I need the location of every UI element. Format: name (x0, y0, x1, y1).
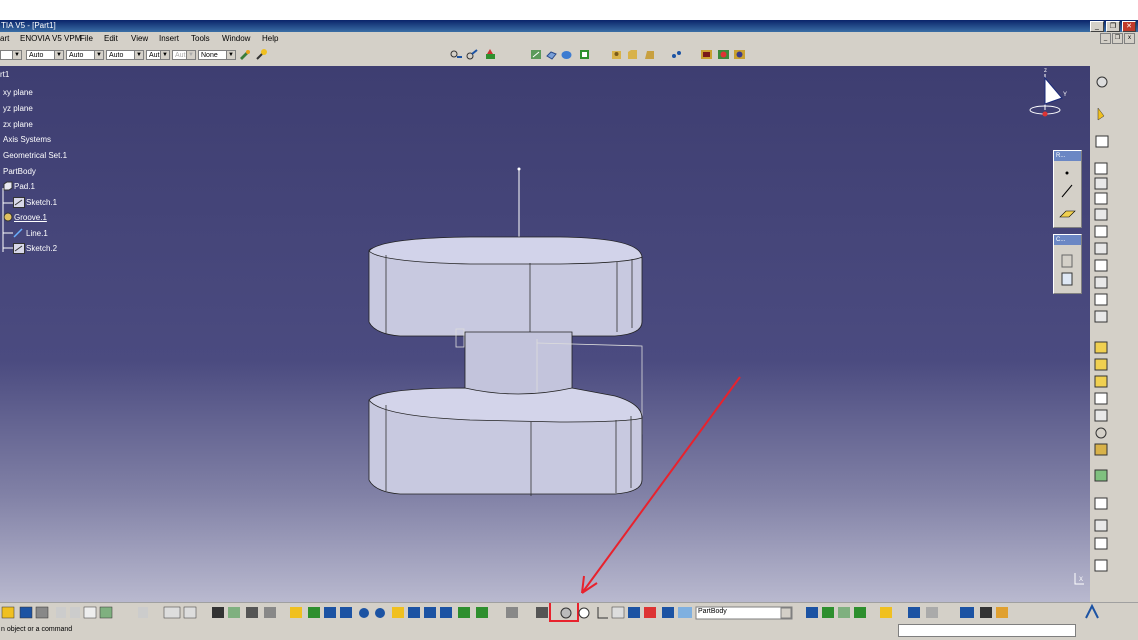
mdi-close-button[interactable]: x (1124, 33, 1135, 44)
red-annotation-arrow (581, 376, 741, 594)
bottom-toolbar: PartBody (0, 582, 1138, 623)
line-type-dropdown[interactable]: Auto ▼ (106, 50, 144, 60)
palette-title: C... (1054, 235, 1081, 245)
constraints-palette: C... (1053, 234, 1082, 294)
standard-tools[interactable] (0, 582, 1138, 623)
pattern-icon[interactable] (670, 48, 683, 61)
format-painter-icon[interactable] (238, 48, 251, 61)
power-input-field[interactable] (898, 624, 1076, 637)
point-type-dropdown[interactable]: Aut ▼ (146, 50, 170, 60)
menu-insert[interactable]: Insert (159, 34, 179, 43)
fillet-icon[interactable] (610, 48, 623, 61)
shaft-icon[interactable] (560, 48, 573, 61)
screen-top-margin (0, 0, 1138, 20)
pad-icon[interactable] (545, 48, 558, 61)
restore-button[interactable]: ❐ (1106, 21, 1120, 32)
mdi-restore-button[interactable]: ❐ (1112, 33, 1123, 44)
compass-axis-y: Y (1063, 92, 1068, 98)
measure-icon[interactable] (484, 48, 497, 61)
menu-help[interactable]: Help (262, 34, 278, 43)
color-dropdown[interactable]: ▼ (0, 50, 22, 60)
status-message: n object or a command (1, 626, 73, 633)
minimize-button[interactable]: _ (1090, 21, 1104, 32)
menu-tools[interactable]: Tools (191, 34, 210, 43)
line-thickness-dropdown[interactable]: Auto ▼ (66, 50, 104, 60)
close-button[interactable]: ✕ (1122, 21, 1136, 32)
properties-toolbar: ▼ Auto ▼ Auto ▼ Auto ▼ Aut ▼ Aut ▼ None ▼ (0, 44, 1138, 67)
transparency-dropdown[interactable]: Auto ▼ (26, 50, 64, 60)
layer-dropdown[interactable]: None ▼ (198, 50, 236, 60)
window-title: TIA V5 - [Part1] (1, 21, 56, 30)
material-icon[interactable] (700, 48, 713, 61)
workbench-tools[interactable] (1090, 66, 1138, 602)
axis-triad-x: X (1079, 577, 1084, 583)
right-toolbar (1090, 66, 1138, 602)
menu-file[interactable]: File (80, 34, 93, 43)
environment-icon[interactable] (733, 48, 746, 61)
render-style-dropdown[interactable]: Aut ▼ (172, 50, 196, 60)
constraint-icon[interactable] (466, 48, 479, 61)
snap-icon[interactable] (450, 48, 463, 61)
menu-edit[interactable]: Edit (104, 34, 118, 43)
menu-bar: art ENOVIA V5 VPM File Edit View Insert … (0, 32, 1138, 44)
palette-tools[interactable] (1054, 161, 1081, 225)
status-bar: n object or a command (0, 622, 1138, 640)
3d-viewport[interactable]: rt1 xy plane yz plane zx plane Axis Syst… (0, 66, 1090, 602)
menu-enovia[interactable]: ENOVIA V5 VPM (20, 34, 81, 43)
reference-elements-palette: R... (1053, 150, 1082, 228)
current-body-value: PartBody (698, 608, 727, 615)
menu-view[interactable]: View (131, 34, 148, 43)
palette-tools[interactable] (1054, 245, 1081, 291)
mdi-minimize-button[interactable]: _ (1100, 33, 1111, 44)
chamfer-icon[interactable] (626, 48, 639, 61)
title-bar: TIA V5 - [Part1] _ ❐ ✕ (0, 20, 1138, 32)
menu-window[interactable]: Window (222, 34, 250, 43)
compass-axis-z: z (1044, 68, 1047, 74)
draft-icon[interactable] (643, 48, 656, 61)
render-icon[interactable] (717, 48, 730, 61)
sketcher-icon[interactable] (530, 48, 543, 61)
pocket-icon[interactable] (578, 48, 591, 61)
palette-title: R... (1054, 151, 1081, 161)
graphic-properties-icon[interactable] (255, 48, 268, 61)
menu-start[interactable]: art (0, 34, 9, 43)
